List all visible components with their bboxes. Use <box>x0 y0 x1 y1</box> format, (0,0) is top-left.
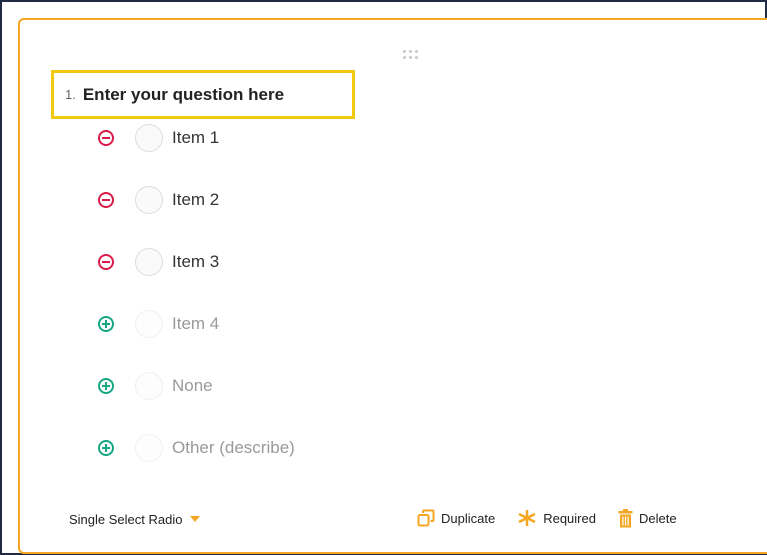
question-text[interactable]: Enter your question here <box>83 85 284 105</box>
radio-button <box>135 434 163 462</box>
window-frame: 1. Enter your question here Item 1 Item … <box>0 0 767 555</box>
radio-button[interactable] <box>135 186 163 214</box>
question-card[interactable]: 1. Enter your question here Item 1 Item … <box>18 18 767 554</box>
radio-button <box>135 310 163 338</box>
duplicate-label: Duplicate <box>441 510 496 526</box>
option-label[interactable]: Item 3 <box>172 252 219 272</box>
option-label: None <box>172 376 213 395</box>
plus-circle-icon[interactable] <box>98 378 114 394</box>
plus-circle-icon[interactable] <box>98 440 114 456</box>
question-title[interactable]: 1. Enter your question here <box>51 70 355 119</box>
duplicate-button[interactable]: Duplicate <box>417 509 495 527</box>
minus-circle-icon[interactable] <box>98 254 114 270</box>
option-label[interactable]: Item 2 <box>172 190 219 210</box>
option-row: Item 1 <box>98 123 219 153</box>
radio-button[interactable] <box>135 248 163 276</box>
radio-button[interactable] <box>135 124 163 152</box>
question-type-label: Single Select Radio <box>69 511 183 527</box>
option-label: Other (describe) <box>172 438 295 457</box>
delete-label: Delete <box>638 510 677 526</box>
footer-actions: Duplicate Required Delete <box>417 508 677 528</box>
asterisk-icon <box>518 510 536 526</box>
caret-down-icon <box>190 516 201 522</box>
option-row: Item 2 <box>98 185 219 215</box>
delete-button[interactable]: Delete <box>618 508 677 528</box>
option-row: Other (describe) <box>98 433 295 463</box>
option-label[interactable]: Item 1 <box>172 128 219 148</box>
option-row: None <box>98 371 213 401</box>
required-label: Required <box>543 510 596 526</box>
option-row: Item 3 <box>98 247 219 277</box>
trash-icon <box>618 508 633 527</box>
option-label: Item 4 <box>172 314 220 333</box>
plus-circle-icon[interactable] <box>98 316 114 332</box>
minus-circle-icon[interactable] <box>98 192 114 208</box>
question-type-dropdown[interactable]: Single Select Radio <box>69 511 201 527</box>
duplicate-icon <box>417 509 435 527</box>
drag-handle-icon[interactable] <box>403 50 421 60</box>
minus-circle-icon[interactable] <box>98 130 114 146</box>
required-button[interactable]: Required <box>517 509 596 527</box>
option-row: Item 4 <box>98 309 219 339</box>
question-number: 1. <box>65 87 76 102</box>
radio-button <box>135 372 163 400</box>
